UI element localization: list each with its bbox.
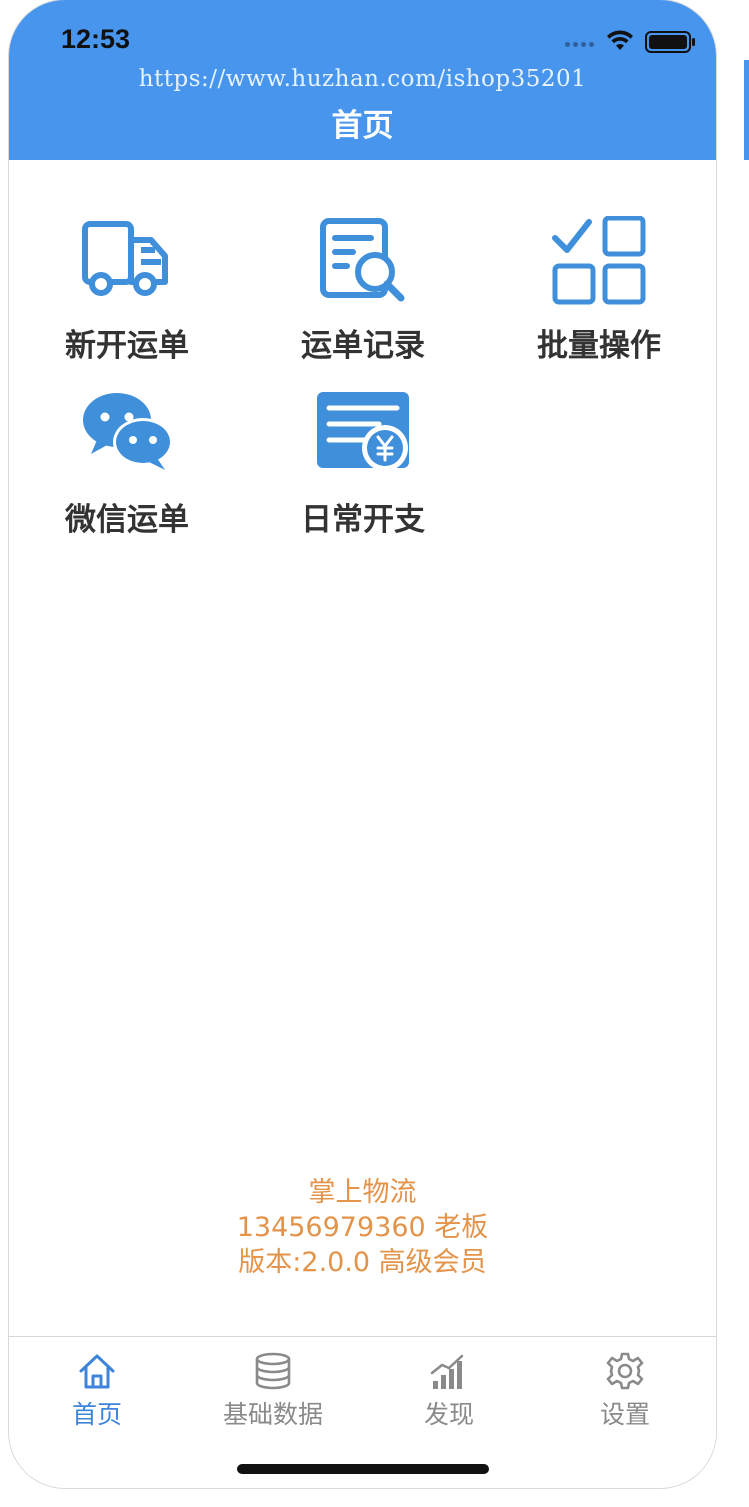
expense-card-icon [317, 392, 409, 471]
batch-check-grid-icon [552, 216, 646, 305]
battery-icon [645, 31, 695, 53]
header-bar: 12:53 https://www.huzhan.com/ishop35201 … [9, 0, 716, 160]
gear-icon [606, 1352, 644, 1390]
document-search-icon [320, 218, 405, 302]
tab-discover[interactable]: 发现 [361, 1351, 537, 1431]
tab-label: 基础数据 [222, 1400, 323, 1429]
edge-strip [744, 60, 749, 160]
tab-settings[interactable]: 设置 [537, 1351, 713, 1431]
app-name-text: 掌上物流 [308, 1177, 417, 1208]
phone-screen: 12:53 https://www.huzhan.com/ishop35201 … [9, 0, 716, 1488]
wifi-icon [607, 30, 633, 50]
tab-label: 设置 [599, 1400, 650, 1429]
tab-base-data[interactable]: 基础数据 [185, 1351, 361, 1431]
account-text: 13456979360 老板 [236, 1212, 489, 1243]
menu-item-label: 批量操作 [537, 328, 661, 364]
tab-label: 发现 [423, 1400, 474, 1429]
version-text: 版本:2.0.0 高级会员 [238, 1247, 487, 1278]
tab-label: 首页 [71, 1400, 122, 1429]
page-title: 首页 [331, 108, 394, 144]
tab-home[interactable]: 首页 [9, 1351, 185, 1431]
chart-bars-icon [430, 1354, 464, 1389]
database-icon [255, 1352, 291, 1390]
status-time: 12:53 [61, 24, 131, 54]
wechat-icon [83, 393, 173, 470]
menu-item-label: 日常开支 [301, 502, 425, 538]
menu-item-label: 新开运单 [65, 328, 189, 364]
truck-icon [82, 221, 168, 296]
home-icon [79, 1354, 115, 1389]
signal-dots-icon [565, 40, 601, 48]
menu-item-new-waybill[interactable]: 新开运单 [9, 216, 245, 366]
watermark-url: https://www.huzhan.com/ishop35201 [138, 66, 587, 92]
menu-item-wechat-waybill[interactable]: 微信运单 [9, 390, 245, 540]
menu-item-label: 运单记录 [301, 328, 425, 364]
menu-item-daily-expense[interactable]: 日常开支 [245, 390, 481, 540]
menu-item-label: 微信运单 [65, 502, 189, 538]
menu-item-waybill-records[interactable]: 运单记录 [245, 216, 481, 366]
menu-item-batch-operation[interactable]: 批量操作 [481, 216, 716, 366]
home-indicator[interactable] [237, 1464, 489, 1474]
